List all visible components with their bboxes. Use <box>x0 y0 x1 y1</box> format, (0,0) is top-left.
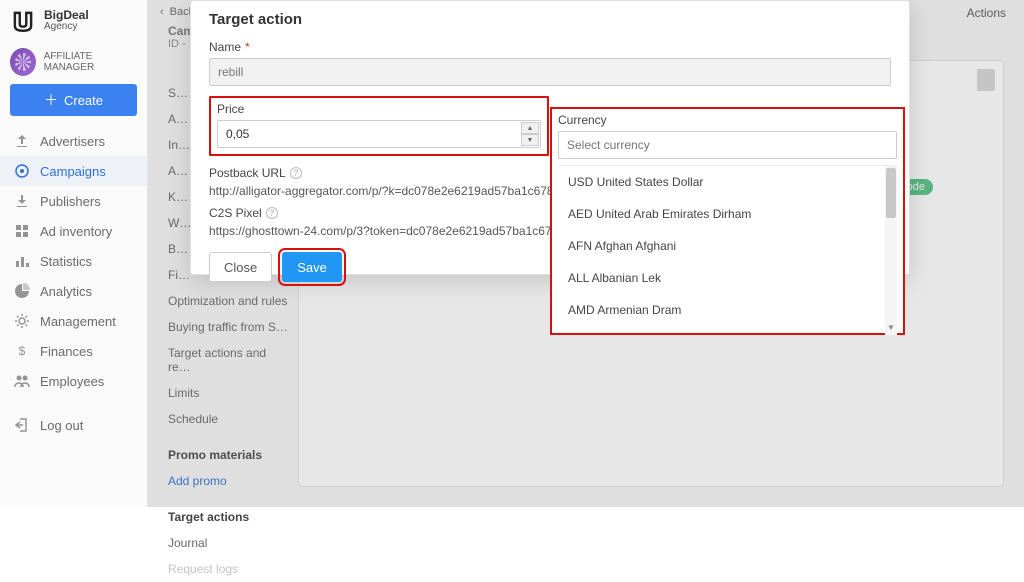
currency-option[interactable]: ANG Netherlands Antillean Guilder <box>558 326 897 335</box>
c2s-pixel-value: https://ghosttown-24.com/p/3?token=dc078… <box>209 224 559 238</box>
currency-option[interactable]: USD United States Dollar <box>558 166 897 198</box>
nav-advertisers[interactable]: Advertisers <box>0 126 147 156</box>
avatar-icon <box>10 48 36 76</box>
nav-ad-inventory[interactable]: Ad inventory <box>0 216 147 246</box>
currency-select-input[interactable] <box>558 131 897 159</box>
primary-nav: Advertisers Campaigns Publishers Ad inve… <box>0 126 147 440</box>
create-button-label: Create <box>64 93 103 108</box>
gear-icon <box>14 313 30 329</box>
nav-logout[interactable]: Log out <box>0 410 147 440</box>
side-item-journal[interactable]: Journal <box>168 530 288 556</box>
price-label: Price <box>217 102 541 116</box>
nav-label: Analytics <box>40 284 92 299</box>
nav-statistics[interactable]: Statistics <box>0 246 147 276</box>
required-indicator: * <box>245 40 250 54</box>
scroll-thumb[interactable] <box>886 168 896 218</box>
logout-icon <box>14 417 30 433</box>
nav-publishers[interactable]: Publishers <box>0 186 147 216</box>
user-role-row[interactable]: AFFILIATE MANAGER <box>0 42 147 84</box>
nav-label: Finances <box>40 344 93 359</box>
brand-subtitle: Agency <box>44 22 89 33</box>
currency-option[interactable]: AMD Armenian Dram <box>558 294 897 326</box>
download-icon <box>14 193 30 209</box>
currency-scrollbar[interactable]: ▲ ▼ <box>885 166 897 335</box>
grid-icon <box>14 223 30 239</box>
svg-text:$: $ <box>19 344 26 358</box>
side-item-requests[interactable]: Request logs <box>168 556 288 582</box>
nav-label: Employees <box>40 374 104 389</box>
brand-logo: BigDeal Agency <box>0 0 147 42</box>
scroll-down-icon[interactable]: ▼ <box>885 323 897 335</box>
modal-title: Target action <box>209 11 891 28</box>
pie-icon <box>14 283 30 299</box>
nav-label: Publishers <box>40 194 101 209</box>
nav-management[interactable]: Management <box>0 306 147 336</box>
name-label: Name * <box>209 40 891 54</box>
help-icon[interactable]: ? <box>266 207 278 219</box>
currency-field-highlight: Currency USD United States Dollar AED Un… <box>550 107 905 335</box>
nav-finances[interactable]: $ Finances <box>0 336 147 366</box>
price-spinner[interactable]: ▲ ▼ <box>521 122 539 146</box>
nav-label: Ad inventory <box>40 224 112 239</box>
spinner-down-icon[interactable]: ▼ <box>521 134 539 146</box>
nav-label: Statistics <box>40 254 92 269</box>
create-button[interactable]: ＋ Create <box>10 84 137 116</box>
nav-separator <box>0 396 147 410</box>
currency-label: Currency <box>558 113 897 127</box>
help-icon[interactable]: ? <box>290 167 302 179</box>
nav-employees[interactable]: Employees <box>0 366 147 396</box>
name-input[interactable] <box>209 58 891 86</box>
currency-option[interactable]: AED United Arab Emirates Dirham <box>558 198 897 230</box>
nav-label: Management <box>40 314 116 329</box>
nav-campaigns[interactable]: Campaigns <box>0 156 147 186</box>
sidebar: BigDeal Agency AFFILIATE MANAGER ＋ Creat… <box>0 0 148 507</box>
nav-label: Campaigns <box>40 164 106 179</box>
currency-dropdown-list: USD United States Dollar AED United Arab… <box>558 165 897 335</box>
currency-option[interactable]: ALL Albanian Lek <box>558 262 897 294</box>
currency-option[interactable]: AFN Afghan Afghani <box>558 230 897 262</box>
close-button[interactable]: Close <box>209 252 272 282</box>
people-icon <box>14 373 30 389</box>
price-input[interactable] <box>217 120 541 148</box>
price-field-highlight: Price ▲ ▼ <box>209 96 549 156</box>
nav-label: Advertisers <box>40 134 105 149</box>
postback-url-value: http://alligator-aggregator.com/p/?k=dc0… <box>209 184 559 198</box>
user-role: AFFILIATE MANAGER <box>44 51 137 73</box>
side-group-target: Target actions <box>168 504 288 530</box>
brand-mark-icon <box>10 8 36 34</box>
save-button[interactable]: Save <box>282 252 342 282</box>
nav-analytics[interactable]: Analytics <box>0 276 147 306</box>
target-icon <box>14 163 30 179</box>
upload-icon <box>14 133 30 149</box>
bars-icon <box>14 253 30 269</box>
nav-label: Log out <box>40 418 83 433</box>
dollar-icon: $ <box>14 343 30 359</box>
spinner-up-icon[interactable]: ▲ <box>521 122 539 134</box>
